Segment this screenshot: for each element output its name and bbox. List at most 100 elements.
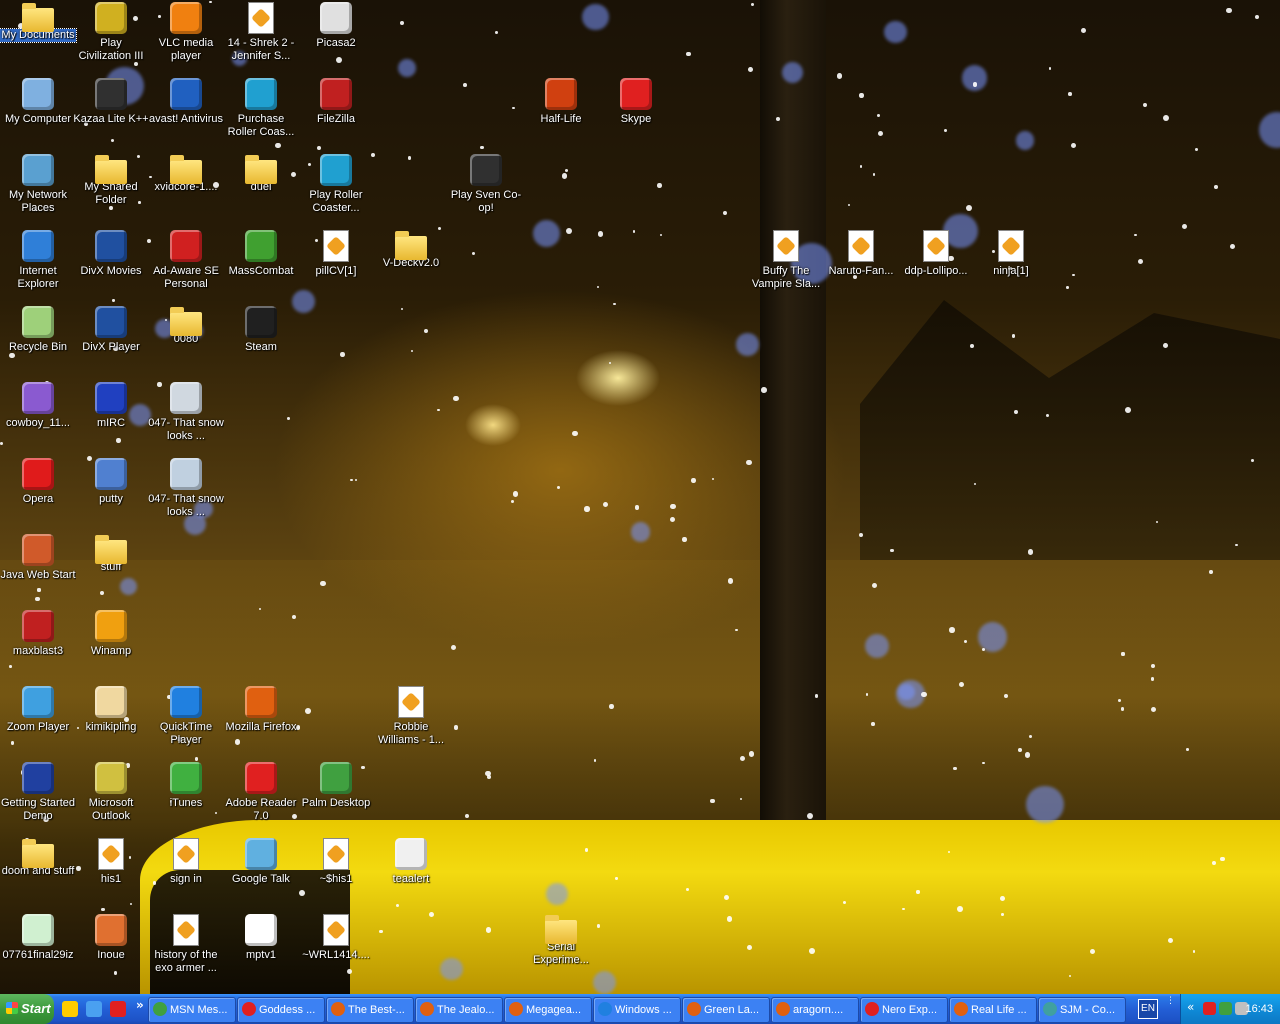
start-button[interactable]: Start [0, 994, 54, 1024]
desktop-icon[interactable]: 14 - Shrek 2 - Jennifer S... [223, 0, 299, 76]
desktop-icon[interactable]: My Network Places [0, 152, 76, 228]
taskbar-grip[interactable]: ⋮ [1166, 996, 1175, 1020]
desktop-icon[interactable]: MassCombat [223, 228, 299, 304]
taskbar-button-label: The Jealo... [437, 1004, 495, 1016]
language-indicator[interactable]: EN [1138, 999, 1158, 1019]
desktop-icon[interactable]: Zoom Player [0, 684, 76, 760]
desktop-icon[interactable]: Naruto-Fan... [823, 228, 899, 304]
desktop-icon-label: Half-Life [540, 113, 582, 125]
desktop-icon[interactable]: kimikipling [73, 684, 149, 760]
taskbar-button[interactable]: Goddess ... [237, 997, 325, 1023]
desktop-icon[interactable]: DivX Player [73, 304, 149, 380]
desktop-icon[interactable]: ~WRL1414.... [298, 912, 374, 988]
desktop-icon[interactable]: Palm Desktop [298, 760, 374, 836]
desktop-icon[interactable]: duel [223, 152, 299, 228]
desktop-icon[interactable]: Robbie Williams - 1... [373, 684, 449, 760]
taskbar-button[interactable]: Windows ... [593, 997, 681, 1023]
desktop-icon[interactable]: DivX Movies [73, 228, 149, 304]
taskbar-button[interactable]: The Jealo... [415, 997, 503, 1023]
desktop-icon[interactable]: My Shared Folder [73, 152, 149, 228]
desktop-icon[interactable]: Internet Explorer [0, 228, 76, 304]
desktop-icon[interactable]: 07761final29iz [0, 912, 76, 988]
desktop-icon[interactable]: Inoue [73, 912, 149, 988]
taskbar-button[interactable]: Megagea... [504, 997, 592, 1023]
desktop-icon-label: Serial Experime... [533, 941, 589, 966]
desktop-icon[interactable]: Ad-Aware SE Personal [148, 228, 224, 304]
desktop-icon[interactable]: mptv1 [223, 912, 299, 988]
desktop-icon[interactable]: cowboy_11... [0, 380, 76, 456]
desktop-icon[interactable]: Google Talk [223, 836, 299, 912]
taskbar-button[interactable]: The Best-... [326, 997, 414, 1023]
desktop-icon-label: Google Talk [232, 873, 290, 885]
desktop-icon[interactable]: pillCV[1] [298, 228, 374, 304]
desktop-icon[interactable]: V-Deckv2.0 [373, 228, 449, 304]
opera-quicklaunch-icon[interactable] [110, 1001, 126, 1017]
desktop-icon[interactable]: history of the exo armer ... [148, 912, 224, 988]
gmail-tray-icon[interactable] [1203, 1002, 1216, 1015]
desktop-icon[interactable]: Picasa2 [298, 0, 374, 76]
desktop-icon[interactable]: Adobe Reader 7.0 [223, 760, 299, 836]
desktop-icon[interactable]: avast! Antivirus [148, 76, 224, 152]
desktop-icon[interactable]: doom and stuff [0, 836, 76, 912]
desktop-icon[interactable]: My Computer [0, 76, 76, 152]
desktop-icon[interactable]: QuickTime Player [148, 684, 224, 760]
desktop-icon[interactable]: Opera [0, 456, 76, 532]
desktop-icon[interactable]: 047- That snow looks ... [148, 456, 224, 532]
desktop-icon[interactable]: Getting Started Demo [0, 760, 76, 836]
desktop-icon[interactable]: mIRC [73, 380, 149, 456]
desktop-icon[interactable]: Winamp [73, 608, 149, 684]
taskbar-button[interactable]: Nero Exp... [860, 997, 948, 1023]
desktop-icon[interactable]: sign in [148, 836, 224, 912]
desktop-icon[interactable]: 0080 [148, 304, 224, 380]
desktop-icon[interactable]: Purchase Roller Coas... [223, 76, 299, 152]
desktop-icon[interactable]: maxblast3 [0, 608, 76, 684]
desktop-icon[interactable]: his1 [73, 836, 149, 912]
desktop-icon[interactable]: Steam [223, 304, 299, 380]
desktop-icon[interactable]: ninja[1] [973, 228, 1049, 304]
desktop-icon[interactable]: putty [73, 456, 149, 532]
desktop-icon[interactable]: iTunes [148, 760, 224, 836]
clock[interactable]: 16:43 [1245, 994, 1273, 1024]
desktop-icon[interactable]: 047- That snow looks ... [148, 380, 224, 456]
taskbar-button[interactable]: Real Life ... [949, 997, 1037, 1023]
msn-tray-icon[interactable] [1219, 1002, 1232, 1015]
desktop-icon[interactable]: FileZilla [298, 76, 374, 152]
desktop-icon[interactable]: ddp-Lollipo... [898, 228, 974, 304]
snowflake [411, 350, 414, 353]
desktop-icon[interactable]: Kazaa Lite K++ [73, 76, 149, 152]
desktop-icon[interactable]: Play Civilization III [73, 0, 149, 76]
taskbar-button[interactable]: Green La... [682, 997, 770, 1023]
desktop-icon[interactable]: Microsoft Outlook [73, 760, 149, 836]
desktop-icon[interactable]: Buffy The Vampire Sla... [748, 228, 824, 304]
desktop-icon[interactable]: teaalert [373, 836, 449, 912]
desktop-icon[interactable]: ~$his1 [298, 836, 374, 912]
taskbar-button[interactable]: MSN Mes... [148, 997, 236, 1023]
quick-launch-more-button[interactable]: » [136, 998, 144, 1012]
tray-expand-button[interactable]: « [1187, 1000, 1194, 1014]
outlook-icon [95, 762, 127, 794]
desktop-icon[interactable]: xvidcore-1.... [148, 152, 224, 228]
desktop-icon[interactable]: VLC media player [148, 0, 224, 76]
desktop-icon[interactable]: Java Web Start [0, 532, 76, 608]
taskbar-app-icon [776, 1002, 790, 1016]
folder-icon [170, 155, 202, 184]
ie-quicklaunch-icon[interactable] [62, 1001, 78, 1017]
desktop-icon[interactable]: Recycle Bin [0, 304, 76, 380]
desktop-icon[interactable]: Skype [598, 76, 674, 152]
desktop-icon[interactable]: Mozilla Firefox [223, 684, 299, 760]
desktop-icon[interactable]: My Documents [0, 0, 77, 76]
taskbar-button[interactable]: SJM - Co... [1038, 997, 1126, 1023]
desktop-icon-label: My Network Places [8, 189, 68, 214]
desktop-icon[interactable]: Serial Experime... [523, 912, 599, 988]
desktop-icon[interactable]: stuff [73, 532, 149, 608]
snowflake [495, 31, 499, 35]
taskbar-button[interactable]: aragorn.... [771, 997, 859, 1023]
desktop[interactable]: My Documents My Computer My Network Places… [0, 0, 1280, 994]
desktop-icon[interactable]: Play Roller Coaster... [298, 152, 374, 228]
desktop-icon[interactable]: Half-Life [523, 76, 599, 152]
desktop-icon-label: mIRC [96, 417, 126, 429]
desktop-icon[interactable]: Play Sven Co-op! [448, 152, 524, 228]
google-talk-icon [245, 838, 277, 870]
show-desktop-icon[interactable] [86, 1001, 102, 1017]
snowflake [398, 59, 416, 77]
